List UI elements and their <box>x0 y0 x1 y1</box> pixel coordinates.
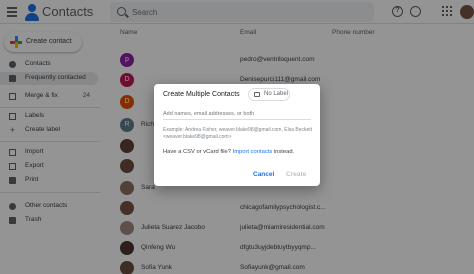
import-contacts-link[interactable]: Import contacts <box>233 149 273 155</box>
label-icon <box>254 92 260 97</box>
import-hint-suffix: instead. <box>272 149 295 155</box>
import-hint-text: Have a CSV or vCard file? <box>163 149 233 155</box>
no-label-chip[interactable]: No Label <box>248 88 290 101</box>
example-text: Example: Andrea Fisher, weaver.blake98@g… <box>163 127 313 140</box>
chip-label: No Label <box>264 91 289 97</box>
cancel-button[interactable]: Cancel <box>253 171 274 178</box>
names-emails-input[interactable] <box>163 108 311 120</box>
create-button[interactable]: Create <box>286 171 306 178</box>
import-hint: Have a CSV or vCard file? Import contact… <box>163 149 294 155</box>
dialog-title: Create Multiple Contacts <box>163 91 240 98</box>
create-multiple-contacts-dialog: Create Multiple Contacts No Label Exampl… <box>154 84 320 186</box>
